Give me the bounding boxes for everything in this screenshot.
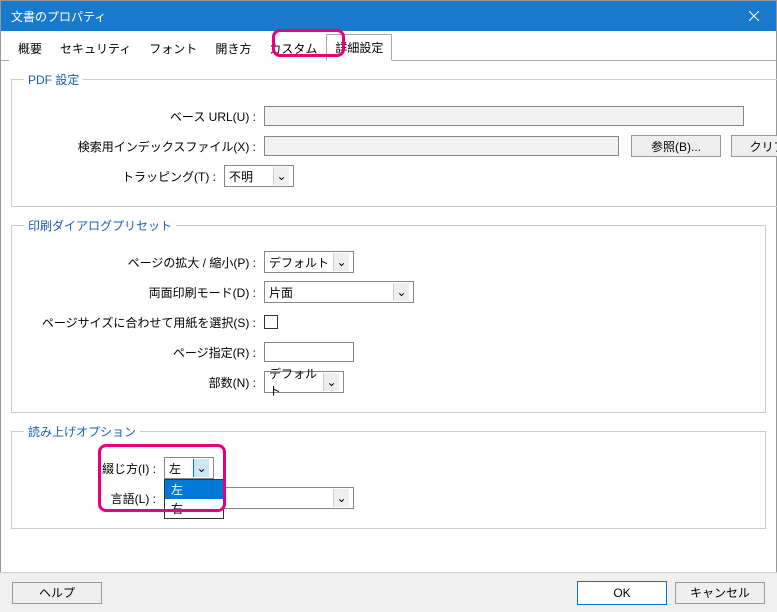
binding-value: 左 — [169, 460, 189, 477]
duplex-select[interactable]: 片面 ⌄ — [264, 281, 414, 303]
range-label: ページ指定(R) : — [24, 344, 264, 361]
tab-initial-view[interactable]: 開き方 — [206, 35, 260, 61]
duplex-value: 片面 — [269, 284, 389, 301]
duplex-label: 両面印刷モード(D) : — [24, 284, 264, 301]
content-area: PDF 設定 ベース URL(U) : 検索用インデックスファイル(X) : 参… — [1, 61, 776, 549]
binding-option-left[interactable]: 左 — [165, 480, 223, 499]
clear-button[interactable]: クリア(C) — [731, 135, 777, 157]
scale-select[interactable]: デフォルト ⌄ — [264, 251, 354, 273]
trapping-label: トラッピング(T) : — [24, 168, 224, 185]
tab-fonts[interactable]: フォント — [140, 35, 206, 61]
tab-summary[interactable]: 概要 — [9, 35, 51, 61]
cancel-button[interactable]: キャンセル — [675, 582, 765, 604]
chevron-down-icon: ⌄ — [323, 373, 339, 391]
binding-option-right[interactable]: 右 — [165, 499, 223, 518]
binding-select[interactable]: 左 ⌄ 左 右 — [164, 457, 214, 479]
help-button[interactable]: ヘルプ — [12, 582, 102, 604]
index-label: 検索用インデックスファイル(X) : — [24, 138, 264, 155]
trapping-select[interactable]: 不明 ⌄ — [224, 165, 294, 187]
titlebar: 文書のプロパティ — [1, 1, 776, 31]
range-input[interactable] — [264, 342, 354, 362]
chevron-down-icon: ⌄ — [393, 283, 409, 301]
chevron-down-icon: ⌄ — [273, 167, 289, 185]
index-input[interactable] — [264, 136, 619, 156]
binding-dropdown-list: 左 右 — [164, 479, 224, 519]
tab-security[interactable]: セキュリティ — [51, 35, 140, 61]
scale-value: デフォルト — [269, 254, 329, 271]
copies-value: デフォルト — [269, 365, 319, 399]
reading-options-group: 読み上げオプション 綴じ方(I) : 左 ⌄ 左 右 言語(L) : ⌄ — [11, 423, 766, 529]
lang-label: 言語(L) : — [24, 490, 164, 507]
pdf-settings-group: PDF 設定 ベース URL(U) : 検索用インデックスファイル(X) : 参… — [11, 71, 777, 207]
browse-button[interactable]: 参照(B)... — [631, 135, 721, 157]
copies-select[interactable]: デフォルト ⌄ — [264, 371, 344, 393]
close-icon — [749, 11, 759, 21]
window-title: 文書のプロパティ — [11, 8, 106, 25]
bottom-bar: ヘルプ OK キャンセル — [0, 572, 777, 612]
chevron-down-icon: ⌄ — [333, 253, 349, 271]
tab-bar: 概要 セキュリティ フォント 開き方 カスタム 詳細設定 — [1, 31, 776, 61]
tab-advanced[interactable]: 詳細設定 — [326, 34, 392, 61]
binding-label: 綴じ方(I) : — [24, 460, 164, 477]
baseurl-label: ベース URL(U) : — [24, 108, 264, 125]
trapping-value: 不明 — [229, 168, 269, 185]
pdf-settings-legend: PDF 設定 — [24, 71, 83, 88]
copies-label: 部数(N) : — [24, 374, 264, 391]
scale-label: ページの拡大 / 縮小(P) : — [24, 254, 264, 271]
reading-options-legend: 読み上げオプション — [24, 423, 140, 440]
close-button[interactable] — [731, 1, 776, 31]
print-preset-group: 印刷ダイアログプリセット ページの拡大 / 縮小(P) : デフォルト ⌄ 両面… — [11, 217, 766, 413]
chevron-down-icon: ⌄ — [193, 459, 209, 477]
ok-button[interactable]: OK — [577, 581, 667, 605]
print-preset-legend: 印刷ダイアログプリセット — [24, 217, 176, 234]
tab-custom[interactable]: カスタム — [260, 35, 326, 61]
autofit-label: ページサイズに合わせて用紙を選択(S) : — [24, 314, 264, 331]
autofit-checkbox[interactable] — [264, 315, 278, 329]
baseurl-input[interactable] — [264, 106, 744, 126]
chevron-down-icon: ⌄ — [333, 489, 349, 507]
